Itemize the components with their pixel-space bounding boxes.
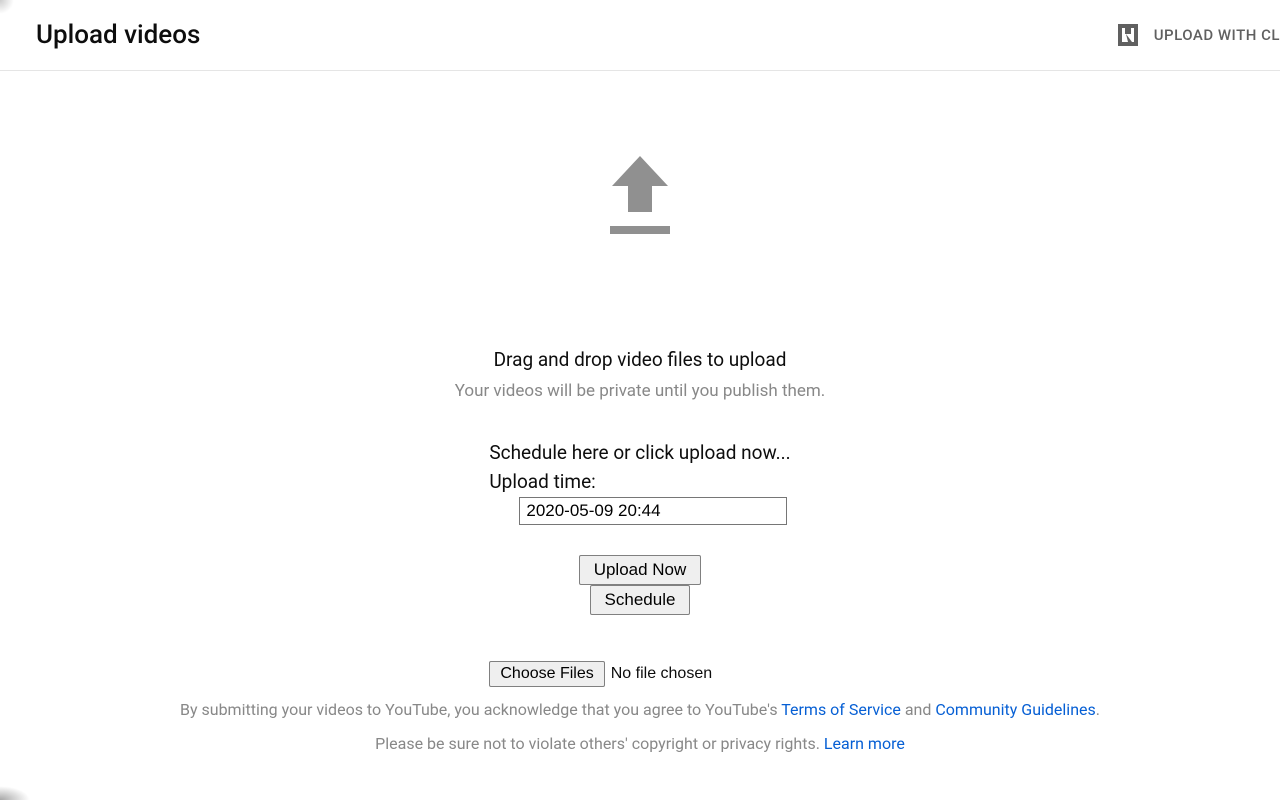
header-bar: Upload videos UPLOAD WITH CL [0,0,1280,71]
disclaimer-line-2: Please be sure not to violate others' co… [180,727,1100,761]
terms-of-service-link[interactable]: Terms of Service [781,700,901,719]
header-right-group: UPLOAD WITH CL [1118,24,1280,46]
disclaimer-prefix-2: Please be sure not to violate others' co… [375,734,824,753]
disclaimer-line-1: By submitting your videos to YouTube, yo… [180,693,1100,727]
disclaimer-suffix-1: . [1096,700,1100,719]
upload-icon[interactable] [610,156,670,240]
datetime-input[interactable] [519,497,787,525]
file-chooser-row: Choose Files No file chosen [489,661,790,687]
upload-with-classic-label[interactable]: UPLOAD WITH CL [1154,26,1280,44]
upload-time-label: Upload time: [489,470,595,493]
file-status-text: No file chosen [611,665,712,683]
choose-files-button[interactable]: Choose Files [489,661,604,687]
disclaimer-prefix-1: By submitting your videos to YouTube, yo… [180,700,781,719]
and-text: and [901,700,936,719]
corner-shadow-bottom [0,786,30,800]
drag-drop-text: Drag and drop video files to upload [494,348,787,371]
schedule-button[interactable]: Schedule [590,585,691,615]
schedule-section: Schedule here or click upload now... Upl… [489,441,790,687]
privacy-note: Your videos will be private until you pu… [455,381,826,401]
classic-upload-icon [1118,24,1138,46]
page-title: Upload videos [36,20,200,50]
upload-now-button[interactable]: Upload Now [579,555,702,585]
disclaimer-block: By submitting your videos to YouTube, yo… [180,693,1100,760]
main-content: Drag and drop video files to upload Your… [0,71,1280,760]
schedule-prompt: Schedule here or click upload now... [489,441,790,464]
community-guidelines-link[interactable]: Community Guidelines [935,700,1095,719]
learn-more-link[interactable]: Learn more [824,734,905,753]
corner-shadow-top [0,0,14,14]
action-buttons: Upload Now Schedule [489,555,790,615]
